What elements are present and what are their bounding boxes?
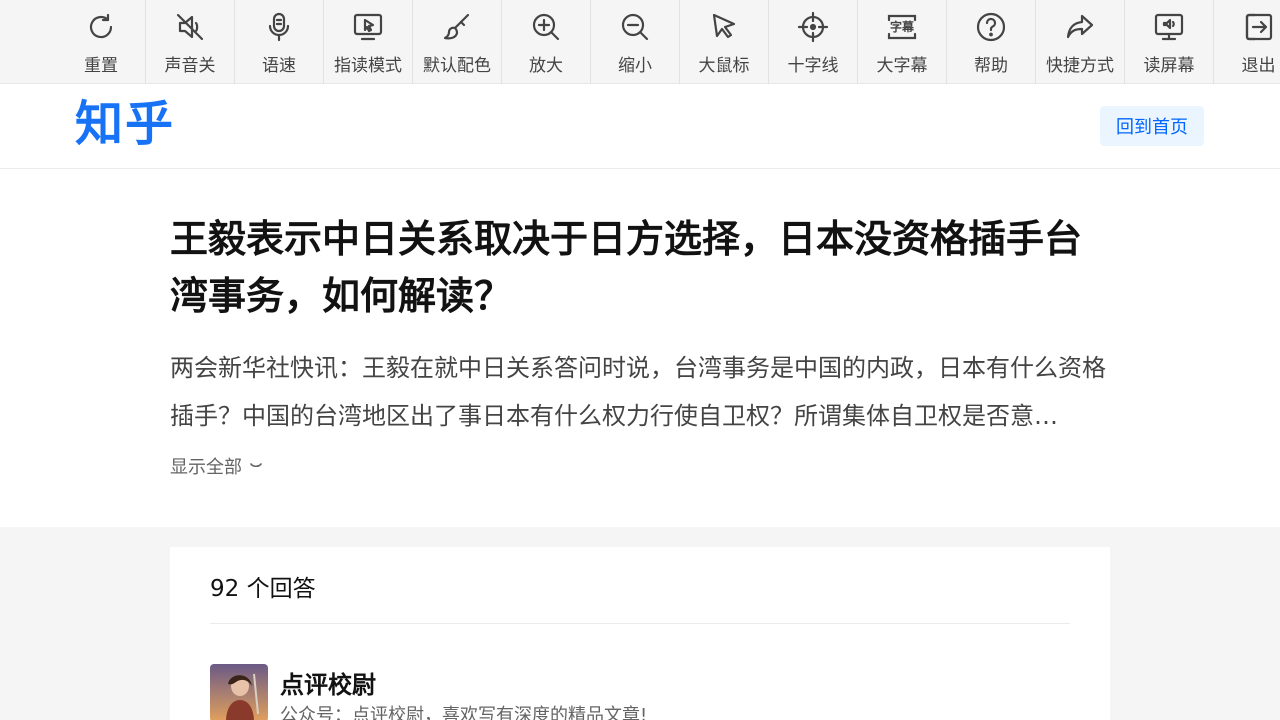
toolbar-point-read-label: 指读模式 xyxy=(334,56,402,76)
toolbar-speech-rate-label: 语速 xyxy=(262,56,296,76)
answers-count: 92 个回答 xyxy=(210,576,316,602)
zoom-out-icon xyxy=(621,13,649,41)
toolbar-crosshair-button[interactable]: 十字线 xyxy=(769,0,858,84)
toolbar-big-cursor-label: 大鼠标 xyxy=(698,56,750,76)
toolbar-big-cursor-button[interactable]: 大鼠标 xyxy=(680,0,769,84)
toolbar-captions-button[interactable]: 字幕 大字幕 xyxy=(858,0,947,84)
chevron-down-icon xyxy=(250,463,262,468)
show-all-button[interactable]: 显示全部 xyxy=(170,453,264,479)
toolbar-color-button[interactable]: 默认配色 xyxy=(413,0,502,84)
avatar-image xyxy=(210,664,268,720)
toolbar-zoom-out-button[interactable]: 缩小 xyxy=(591,0,680,84)
shortcut-icon xyxy=(1066,14,1094,39)
sound-off-icon xyxy=(176,13,204,41)
toolbar-zoom-in-label: 放大 xyxy=(529,56,563,76)
avatar[interactable] xyxy=(210,664,268,720)
toolbar-color-label: 默认配色 xyxy=(423,56,491,76)
answers-card: 92 个回答 点评校尉 公众号：点评校尉，喜欢写有深度的精品文章! xyxy=(170,547,1110,720)
screen-reader-icon xyxy=(1154,13,1184,41)
answers-divider xyxy=(210,623,1070,624)
show-all-label: 显示全部 xyxy=(170,457,242,478)
captions-icon-text: 字幕 xyxy=(890,19,915,34)
question-section: 王毅表示中日关系取决于日方选择，日本没资格插手台湾事务，如何解读？ 两会新华社快… xyxy=(0,169,1280,527)
author-name[interactable]: 点评校尉 xyxy=(280,665,376,700)
toolbar-zoom-out-label: 缩小 xyxy=(618,56,652,76)
speech-rate-icon xyxy=(268,12,290,42)
toolbar-help-label: 帮助 xyxy=(974,56,1008,76)
toolbar-reset-button[interactable]: 重置 xyxy=(57,0,146,84)
accessibility-toolbar: 重置 声音关 语速 指读模式 默认配色 放大 缩小 大鼠标 十字线 字幕 大字幕… xyxy=(0,0,1280,84)
toolbar-exit-button[interactable]: 退出 xyxy=(1214,0,1280,84)
color-brush-icon xyxy=(443,13,470,40)
site-header: 知乎 回到首页 xyxy=(0,84,1280,169)
question-detail: 两会新华社快讯：王毅在就中日关系答问时说，台湾事务是中国的内政，日本有什么资格插… xyxy=(170,354,1106,430)
reset-icon xyxy=(89,13,113,39)
toolbar-speech-rate-button[interactable]: 语速 xyxy=(235,0,324,84)
crosshair-icon xyxy=(797,11,829,43)
zhihu-logo[interactable]: 知乎 xyxy=(75,96,175,152)
question-title: 王毅表示中日关系取决于日方选择，日本没资格插手台湾事务，如何解读？ xyxy=(170,217,1083,318)
toolbar-zoom-in-button[interactable]: 放大 xyxy=(502,0,591,84)
back-to-home-button[interactable]: 回到首页 xyxy=(1100,106,1204,146)
toolbar-exit-label: 退出 xyxy=(1241,56,1276,76)
toolbar-help-button[interactable]: 帮助 xyxy=(947,0,1036,84)
toolbar-sound-button[interactable]: 声音关 xyxy=(146,0,235,84)
big-cursor-icon xyxy=(712,13,736,39)
author-bio: 公众号：点评校尉，喜欢写有深度的精品文章! xyxy=(280,705,648,720)
captions-icon: 字幕 xyxy=(887,14,917,40)
toolbar-crosshair-label: 十字线 xyxy=(787,56,839,76)
help-icon xyxy=(976,12,1006,42)
toolbar-screen-reader-label: 读屏幕 xyxy=(1143,56,1195,76)
toolbar-shortcut-label: 快捷方式 xyxy=(1046,56,1114,76)
toolbar-reset-label: 重置 xyxy=(84,56,118,76)
toolbar-point-read-button[interactable]: 指读模式 xyxy=(324,0,413,84)
point-read-icon xyxy=(353,13,383,41)
zoom-in-icon xyxy=(532,13,560,41)
toolbar-shortcut-button[interactable]: 快捷方式 xyxy=(1036,0,1125,84)
toolbar-screen-reader-button[interactable]: 读屏幕 xyxy=(1125,0,1214,84)
toolbar-sound-label: 声音关 xyxy=(164,56,216,76)
exit-icon xyxy=(1245,13,1272,41)
toolbar-captions-label: 大字幕 xyxy=(876,56,928,76)
